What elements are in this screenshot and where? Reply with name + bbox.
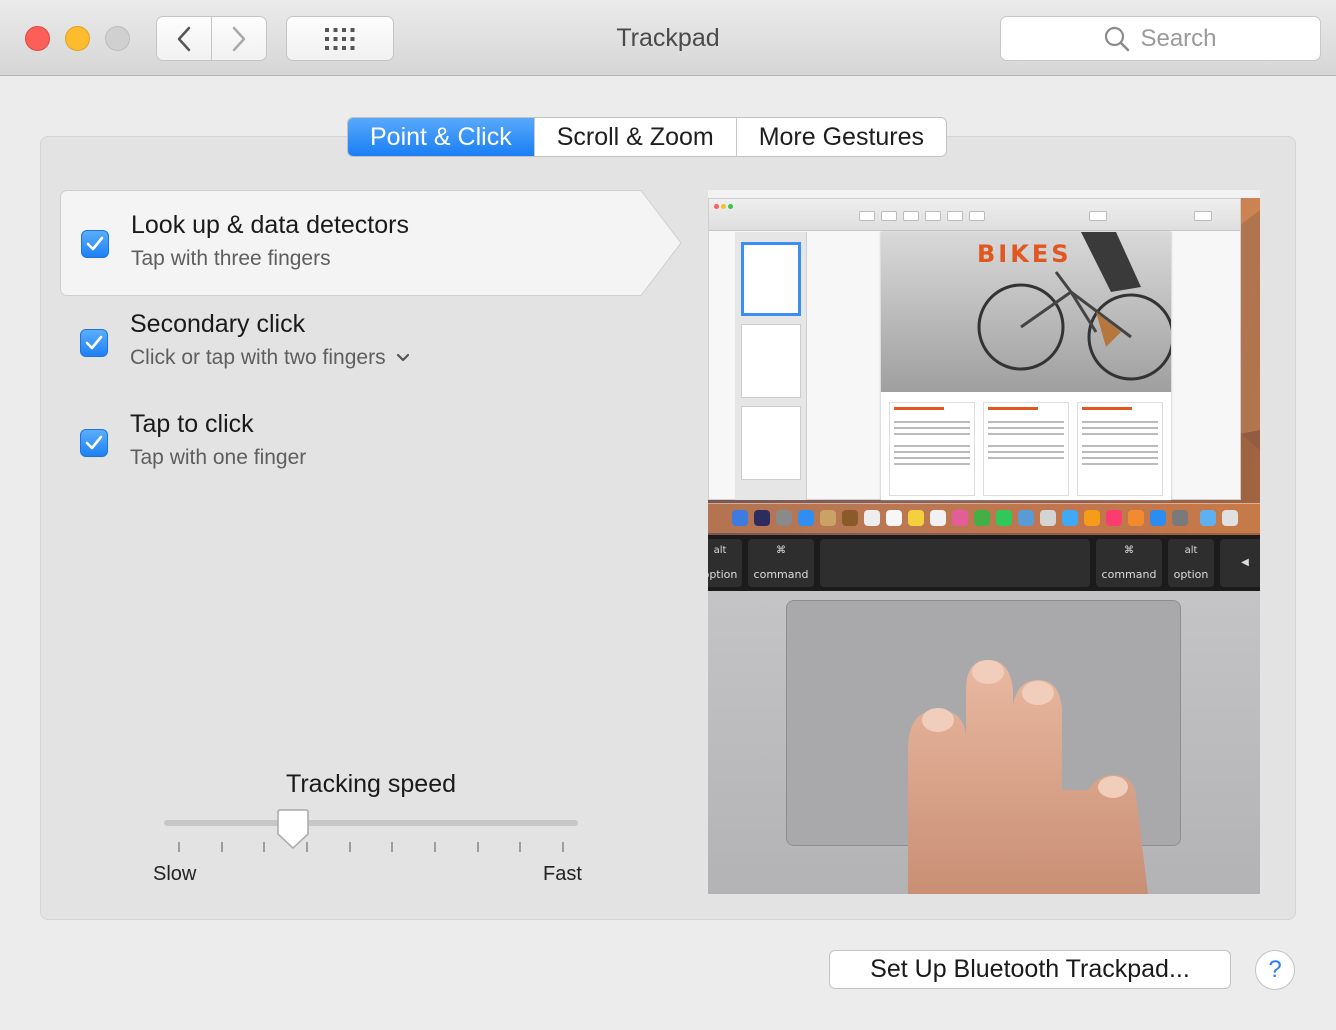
hand-three-fingers-illustration [908,660,1148,894]
option-title: Look up & data detectors [131,211,409,239]
slider-tick [221,842,223,852]
checkmark-icon [85,435,103,450]
checkmark-icon [86,236,104,251]
help-button[interactable]: ? [1255,950,1295,990]
option-secondary-click[interactable]: Secondary click Click or tap with two fi… [60,290,640,396]
tab-scroll-zoom[interactable]: Scroll & Zoom [533,118,736,156]
title-bar: Trackpad Search [0,0,1336,76]
slider-tick [391,842,393,852]
search-icon [1105,26,1130,51]
option-tap-to-click[interactable]: Tap to click Tap with one finger [60,390,640,496]
search-placeholder: Search [1140,24,1217,52]
slider-tick [562,842,564,852]
tracking-speed-track[interactable] [164,820,578,826]
look-up-checkbox[interactable] [81,230,109,258]
option-title: Tap to click [130,410,254,438]
fast-label: Fast [543,863,582,885]
tracking-speed-knob[interactable] [276,808,310,850]
slider-tick [349,842,351,852]
slow-label: Slow [153,863,197,885]
setup-bluetooth-trackpad-button[interactable]: Set Up Bluetooth Trackpad... [829,950,1231,989]
selection-pointer [640,190,682,296]
slider-tick [519,842,521,852]
tab-point-click[interactable]: Point & Click [348,118,534,156]
slider-tick [178,842,180,852]
secondary-click-popup[interactable]: Click or tap with two fingers [130,346,410,370]
chevron-down-icon [396,354,409,362]
tab-bar: Point & Click Scroll & Zoom More Gesture… [347,117,948,157]
tap-to-click-checkbox[interactable] [80,429,108,457]
secondary-click-checkbox[interactable] [80,329,108,357]
option-title: Secondary click [130,310,306,338]
search-field[interactable]: Search [1000,16,1321,61]
checkmark-icon [85,335,103,350]
option-subtitle: Tap with one finger [130,446,307,469]
gesture-preview: BIKES alt ption ⌘ command ⌘ command alt … [708,190,1260,894]
tab-more-gestures[interactable]: More Gestures [735,118,946,156]
option-subtitle: Click or tap with two fingers [130,346,386,369]
option-look-up[interactable]: Look up & data detectors Tap with three … [60,190,682,296]
slider-tick [434,842,436,852]
tracking-speed-label: Tracking speed [286,770,456,798]
option-subtitle: Tap with three fingers [131,247,331,270]
slider-tick [477,842,479,852]
slider-tick [263,842,265,852]
